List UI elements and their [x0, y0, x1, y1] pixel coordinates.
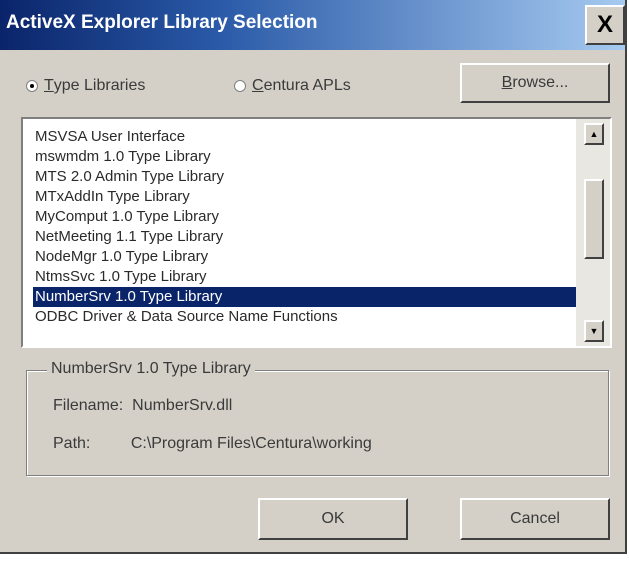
scroll-up-button[interactable]: ▲	[584, 123, 604, 145]
ok-label: OK	[321, 510, 345, 527]
list-item[interactable]: ODBC Driver & Data Source Name Functions	[33, 307, 580, 327]
close-button[interactable]: X	[585, 5, 625, 45]
close-icon: X	[596, 11, 613, 38]
list-scrollbar[interactable]: ▲ ▼	[576, 119, 610, 346]
browse-label: rowse...	[512, 74, 569, 91]
cancel-label: Cancel	[510, 510, 560, 527]
path-row: Path: C:\Program Files\Centura\working	[53, 435, 372, 453]
details-group-title: NumberSrv 1.0 Type Library	[47, 360, 255, 378]
centura-apls-mnemonic: C	[252, 77, 264, 94]
browse-mnemonic: B	[501, 74, 513, 91]
window-title: ActiveX Explorer Library Selection	[6, 12, 318, 33]
filename-row: Filename: NumberSrv.dll	[53, 397, 232, 415]
radio-unchecked-icon	[234, 80, 246, 92]
list-item[interactable]: NtmsSvc 1.0 Type Library	[33, 267, 580, 287]
browse-button[interactable]: Browse...	[460, 63, 610, 103]
centura-apls-radio[interactable]: Centura APLs	[234, 77, 351, 95]
list-item[interactable]: MyComput 1.0 Type Library	[33, 207, 580, 227]
list-item[interactable]: MTS 2.0 Admin Type Library	[33, 167, 580, 187]
list-item[interactable]: NodeMgr 1.0 Type Library	[33, 247, 580, 267]
library-listbox[interactable]: MSVSA User Interface mswmdm 1.0 Type Libr…	[21, 117, 612, 348]
filename-value: NumberSrv.dll	[132, 397, 233, 414]
arrow-down-icon: ▼	[589, 326, 599, 336]
type-libraries-mnemonic: T	[44, 77, 54, 94]
title-bar[interactable]: ActiveX Explorer Library Selection X	[0, 0, 625, 50]
radio-checked-icon	[26, 80, 38, 92]
scroll-thumb[interactable]	[584, 179, 604, 259]
type-libraries-label: ype Libraries	[53, 77, 146, 94]
arrow-up-icon: ▲	[589, 129, 599, 139]
path-label: Path:	[53, 435, 91, 452]
ok-button[interactable]: OK	[258, 498, 408, 540]
centura-apls-label: entura APLs	[263, 77, 351, 94]
filename-label: Filename:	[53, 397, 124, 414]
list-item[interactable]: NumberSrv 1.0 Type Library	[33, 287, 580, 307]
type-libraries-radio[interactable]: Type Libraries	[26, 77, 145, 95]
list-item[interactable]: mswmdm 1.0 Type Library	[33, 147, 580, 167]
scroll-down-button[interactable]: ▼	[584, 320, 604, 342]
library-list-items: MSVSA User Interface mswmdm 1.0 Type Libr…	[33, 127, 580, 327]
path-value: C:\Program Files\Centura\working	[130, 435, 372, 452]
list-item[interactable]: NetMeeting 1.1 Type Library	[33, 227, 580, 247]
cancel-button[interactable]: Cancel	[460, 498, 610, 540]
library-selection-dialog: ActiveX Explorer Library Selection X Typ…	[0, 0, 627, 554]
list-item[interactable]: MSVSA User Interface	[33, 127, 580, 147]
list-item[interactable]: MTxAddIn Type Library	[33, 187, 580, 207]
library-details-group: NumberSrv 1.0 Type Library Filename: Num…	[26, 360, 609, 476]
